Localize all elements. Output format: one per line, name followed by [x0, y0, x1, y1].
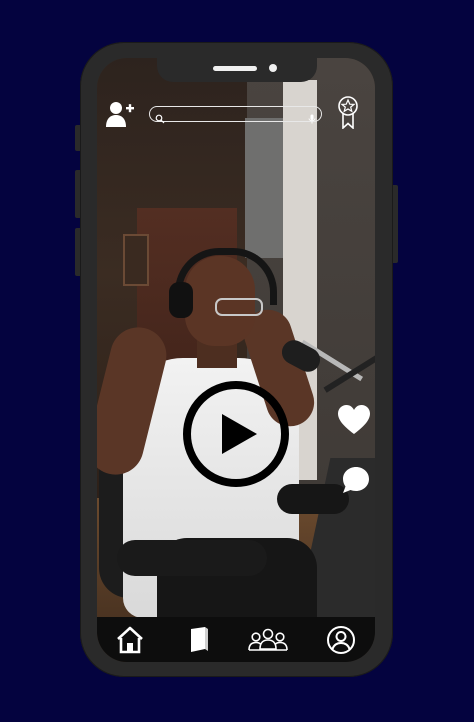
- scene-picture-frame: [123, 234, 149, 286]
- scene-chair-arm: [117, 540, 267, 576]
- award-ribbon-icon[interactable]: [336, 95, 360, 130]
- microphone-icon[interactable]: [308, 109, 316, 124]
- scene-glasses: [215, 298, 263, 316]
- stage: [0, 0, 474, 722]
- scene-chair-arm-right: [277, 484, 349, 514]
- phone-camera: [269, 64, 277, 72]
- scene-window: [245, 118, 285, 258]
- search-icon[interactable]: [155, 109, 165, 124]
- scene-headphone-earcup: [169, 282, 193, 318]
- bottom-navigation: [97, 617, 375, 662]
- video-screen[interactable]: [97, 58, 375, 662]
- play-icon[interactable]: [182, 380, 290, 488]
- add-user-icon[interactable]: [105, 100, 135, 128]
- users-group-icon[interactable]: [247, 625, 289, 655]
- book-icon[interactable]: [185, 625, 215, 655]
- home-icon[interactable]: [115, 625, 145, 655]
- user-circle-icon[interactable]: [326, 625, 356, 655]
- phone-speaker: [213, 66, 257, 71]
- search-bar[interactable]: [149, 106, 322, 124]
- heart-icon[interactable]: [337, 404, 371, 436]
- search-input[interactable]: [168, 107, 298, 121]
- comment-icon[interactable]: [342, 466, 370, 494]
- video-thumbnail: [97, 58, 375, 662]
